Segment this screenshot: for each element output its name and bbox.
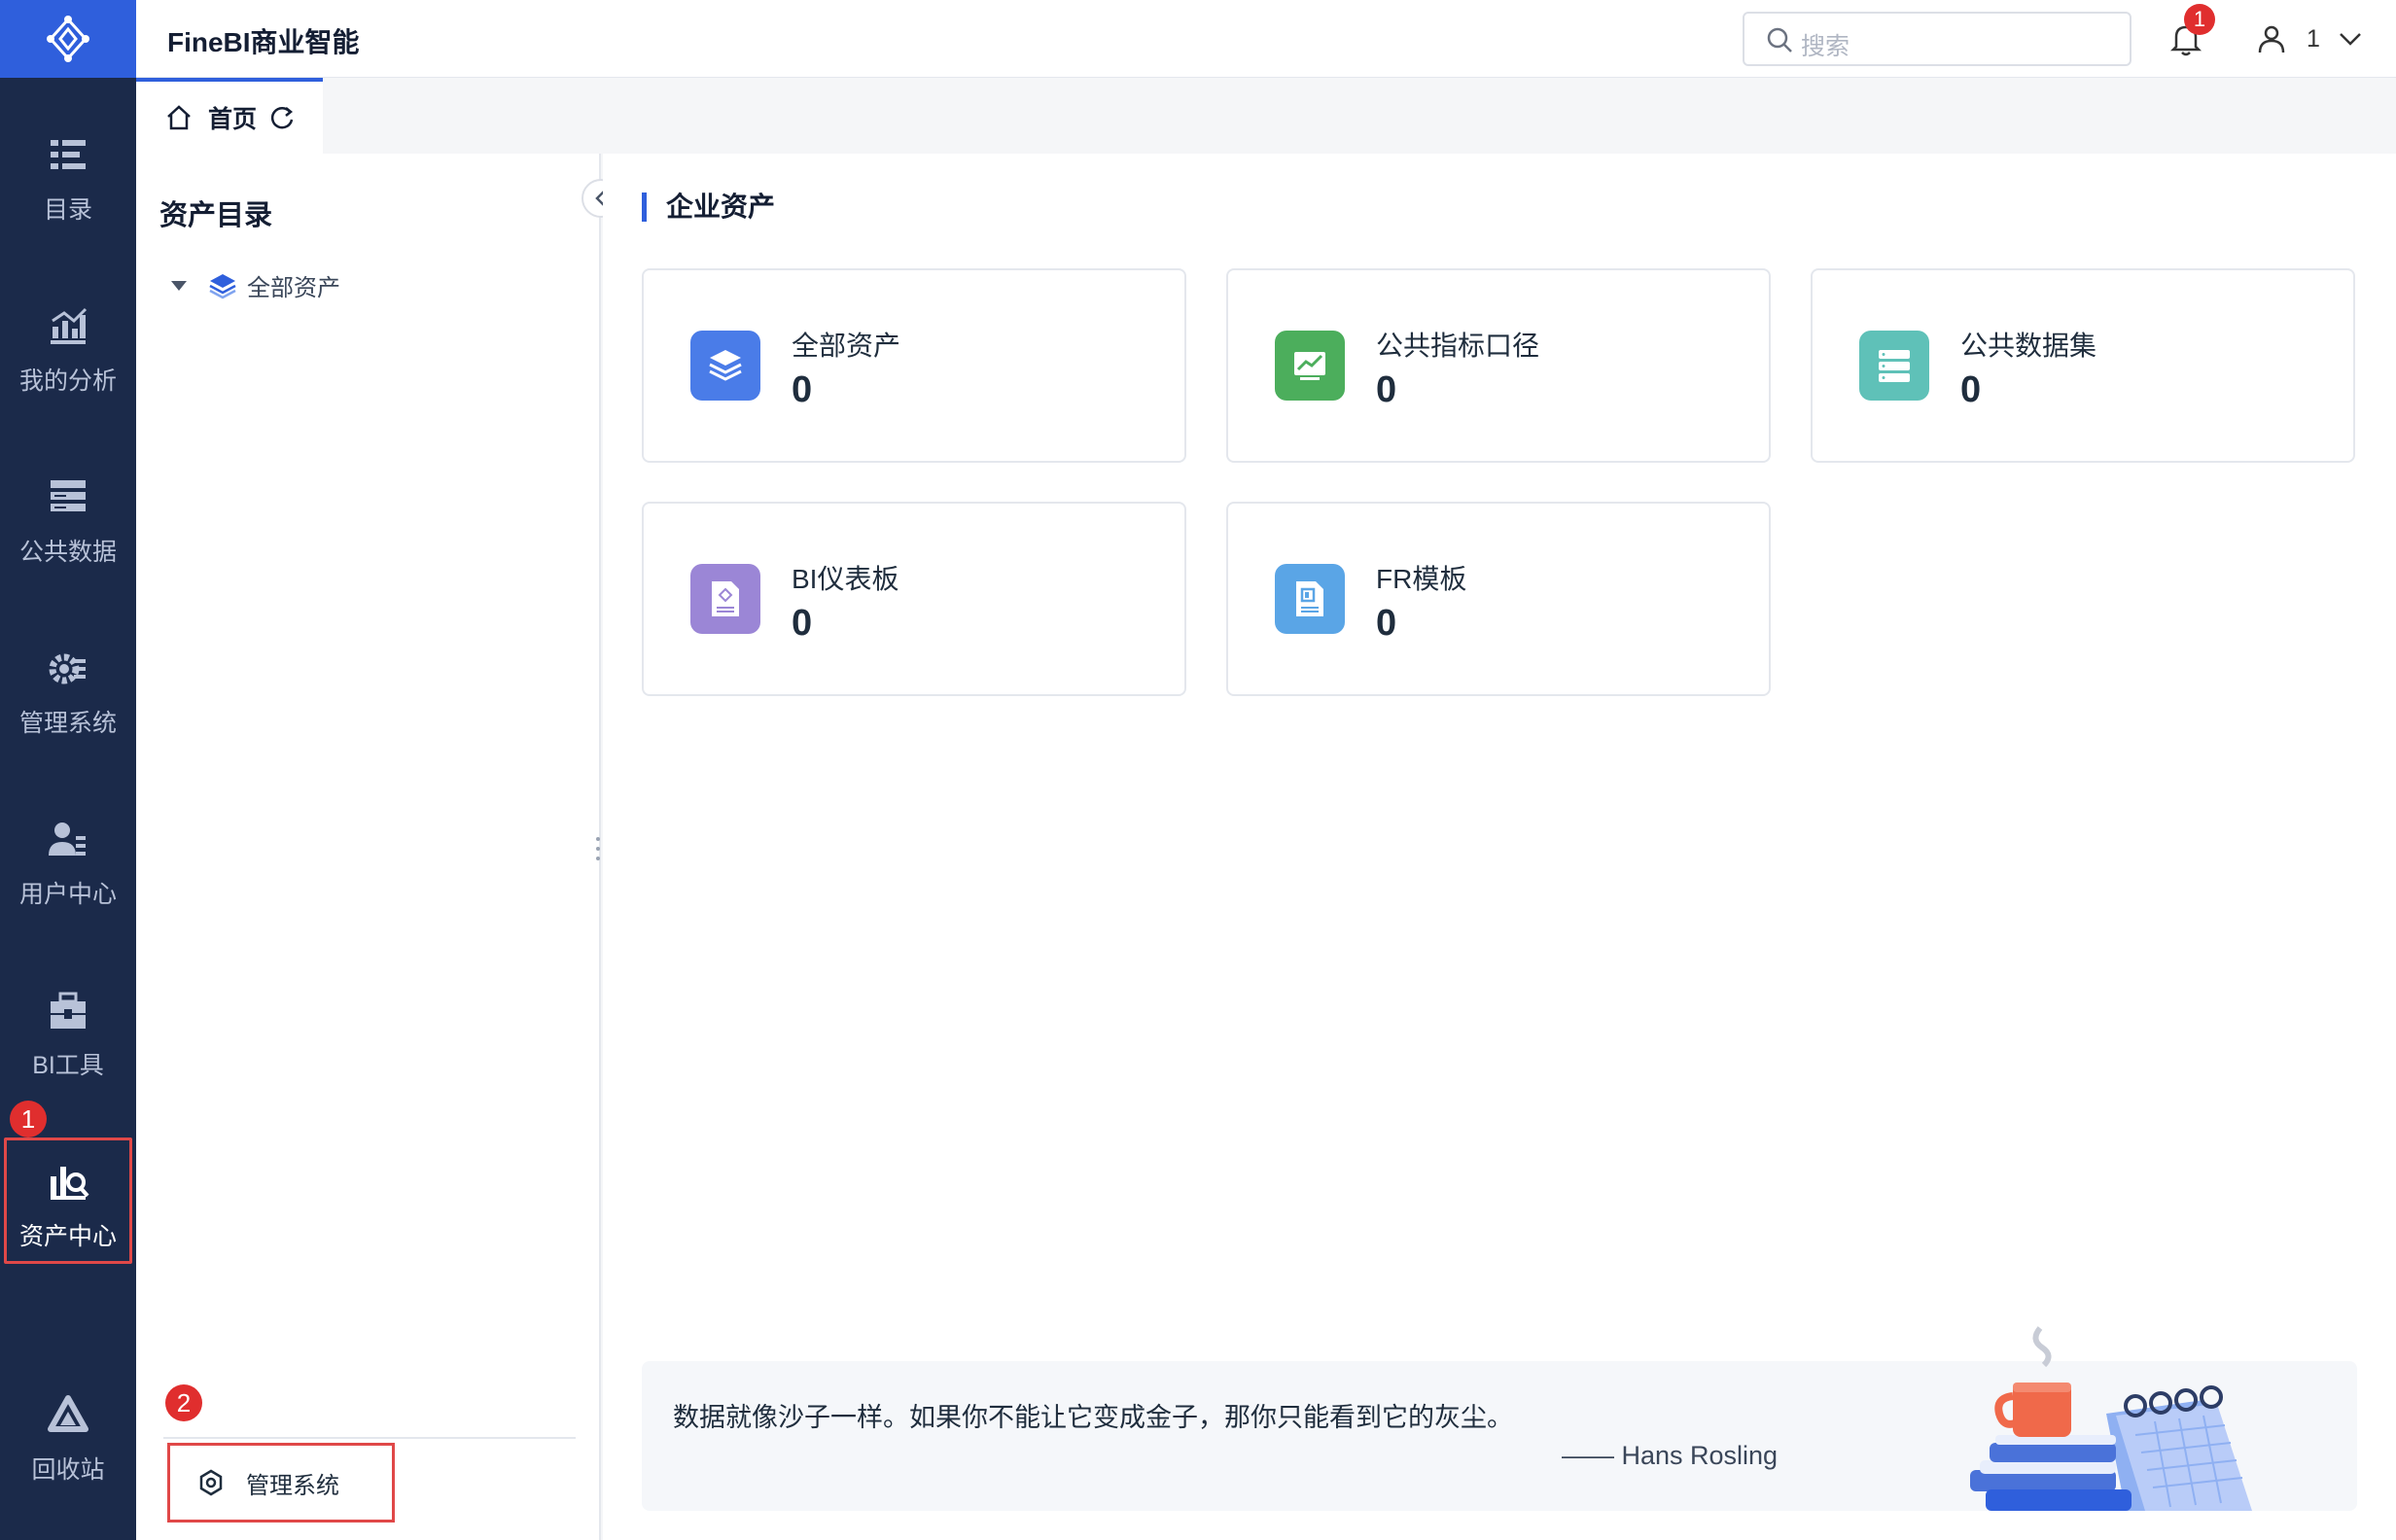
top-bar: FineBI商业智能 搜索 1 1: [136, 0, 2396, 78]
manage-system-label: 管理系统: [246, 1472, 339, 1499]
asset-card-datasets[interactable]: 公共数据集 0: [1811, 268, 2355, 463]
card-icon-box: [690, 331, 760, 401]
refresh-icon[interactable]: [268, 104, 296, 131]
card-value: 0: [792, 603, 813, 644]
caret-down-icon[interactable]: [171, 280, 187, 291]
card-icon-box: [690, 564, 760, 634]
nav-label: 管理系统: [18, 710, 117, 737]
coffee-calendar-illustration: [1970, 1326, 2252, 1511]
card-value: 0: [1376, 603, 1397, 644]
nav-label: 回收站: [31, 1456, 105, 1484]
layers-icon: [709, 350, 742, 381]
public-data-icon: [51, 480, 86, 511]
nav-item-catalog[interactable]: 目录: [0, 107, 136, 253]
step-marker-2: 2: [165, 1384, 202, 1421]
nav-label: 用户中心: [18, 881, 117, 908]
app-title: FineBI商业智能: [167, 27, 360, 57]
user-icon: [2258, 25, 2285, 53]
database-icon: [1879, 350, 1910, 382]
card-value: 0: [1376, 369, 1397, 410]
card-icon-box: [1275, 564, 1345, 634]
user-name: 1: [2307, 24, 2320, 52]
home-icon: [167, 105, 191, 130]
tab-label: 首页: [208, 106, 258, 133]
search-icon: [1767, 27, 1792, 52]
user-icon: [49, 822, 86, 856]
settings-icon: [199, 1469, 223, 1496]
step-marker-1: 1: [10, 1101, 47, 1138]
trend-chart-icon: [1294, 352, 1325, 380]
section-title: 企业资产: [642, 192, 775, 222]
nav-item-my-analysis[interactable]: 我的分析: [0, 278, 136, 424]
main-content: 企业资产 全部资产 0 公共指标口径 0 公共数据集 0 BI仪表板 0 FR模…: [603, 154, 2396, 1540]
card-value: 0: [792, 369, 813, 410]
user-menu[interactable]: 1: [2256, 19, 2363, 58]
nav-label: 公共数据: [18, 539, 117, 566]
dashboard-doc-icon: [712, 581, 739, 616]
app-logo[interactable]: [0, 0, 136, 78]
logo-icon: [47, 16, 89, 62]
card-label: 公共指标口径: [1376, 331, 1540, 361]
card-value: 0: [1960, 369, 1982, 410]
manage-system-button[interactable]: 管理系统: [167, 1443, 395, 1522]
nav-item-recycle-bin[interactable]: 回收站: [0, 1367, 136, 1513]
nav-item-management[interactable]: 管理系统: [0, 620, 136, 766]
tab-home[interactable]: 首页: [136, 78, 323, 154]
card-label: FR模板: [1376, 564, 1467, 594]
asset-card-all[interactable]: 全部资产 0: [642, 268, 1186, 463]
search-placeholder: 搜索: [1801, 33, 1850, 60]
left-nav: 目录 我的分析 公共数据 管理系统 用户中心 BI工具 资产中心 1 回收站: [0, 0, 136, 1540]
layers-icon: [209, 273, 236, 298]
nav-label: 我的分析: [18, 368, 117, 395]
recycle-icon: [48, 1395, 88, 1432]
tree-node-label: 全部资产: [247, 275, 340, 301]
search-input[interactable]: 搜索: [1743, 12, 2132, 66]
notification-badge: 1: [2184, 4, 2215, 35]
analysis-icon: [51, 307, 88, 344]
nav-item-bi-tools[interactable]: BI工具: [0, 962, 136, 1108]
nav-label: 目录: [43, 196, 92, 224]
card-label: BI仪表板: [792, 564, 899, 594]
gear-icon: [49, 653, 86, 684]
report-doc-icon: [1296, 581, 1323, 616]
tree-node-all-assets[interactable]: 全部资产: [171, 268, 340, 302]
panel-title: 资产目录: [159, 200, 273, 231]
tab-strip: 首页: [136, 78, 2396, 154]
chevron-down-icon: [2340, 33, 2361, 46]
quote-banner: 数据就像沙子一样。如果你不能让它变成金子，那你只能看到它的灰尘。 —— Hans…: [642, 1326, 2357, 1511]
card-icon-box: [1859, 331, 1929, 401]
nav-item-public-data[interactable]: 公共数据: [0, 449, 136, 595]
quote-text: 数据就像沙子一样。如果你不能让它变成金子，那你只能看到它的灰尘。: [673, 1403, 1513, 1432]
catalog-icon: [51, 140, 86, 169]
divider: [163, 1437, 576, 1439]
card-label: 全部资产: [792, 331, 901, 361]
quote-author: —— Hans Rosling: [1562, 1441, 1779, 1470]
highlight-box: [4, 1138, 132, 1264]
asset-card-fr-templates[interactable]: FR模板 0: [1226, 502, 1771, 696]
asset-card-metrics[interactable]: 公共指标口径 0: [1226, 268, 1771, 463]
nav-label: BI工具: [32, 1052, 104, 1079]
nav-item-asset-center[interactable]: 资产中心: [0, 1134, 136, 1279]
asset-catalog-panel: 资产目录 全部资产 管理系统 2: [136, 154, 601, 1540]
nav-item-user-center[interactable]: 用户中心: [0, 791, 136, 937]
card-icon-box: [1275, 331, 1345, 401]
toolbox-icon: [51, 992, 86, 1029]
card-label: 公共数据集: [1960, 331, 2097, 361]
asset-card-dashboards[interactable]: BI仪表板 0: [642, 502, 1186, 696]
